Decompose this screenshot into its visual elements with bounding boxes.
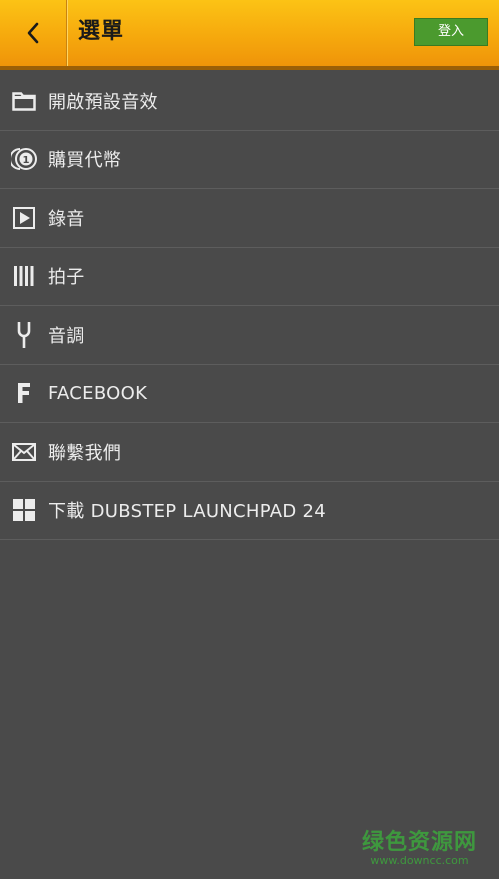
- bars-icon: [14, 266, 34, 287]
- menu-item-label: 下載 DUBSTEP LAUNCHPAD 24: [48, 501, 327, 523]
- watermark-url: www.downcc.com: [370, 854, 469, 867]
- menu-item-tone[interactable]: 音調: [0, 306, 499, 365]
- menu-item-download[interactable]: 下載 DUBSTEP LAUNCHPAD 24: [0, 482, 499, 540]
- chevron-left-icon: [27, 22, 39, 44]
- menu-item-label: 聯繫我們: [48, 442, 122, 464]
- folder-icon: [12, 92, 36, 111]
- top-bar: 選單 登入: [0, 0, 499, 70]
- watermark-title: 绿色资源网: [361, 830, 477, 855]
- back-button[interactable]: [0, 0, 67, 66]
- login-button[interactable]: 登入: [414, 18, 488, 46]
- facebook-icon: [18, 383, 30, 404]
- svg-text:1: 1: [23, 155, 30, 166]
- coin-icon: 1: [11, 148, 37, 171]
- menu-item-open-preset[interactable]: 開啟預設音效: [0, 72, 499, 131]
- menu-item-label: 錄音: [48, 208, 85, 230]
- menu-item-contact[interactable]: 聯繫我們: [0, 423, 499, 482]
- menu-item-label: 音調: [48, 325, 85, 347]
- menu-item-facebook[interactable]: FACEBOOK: [0, 365, 499, 423]
- menu-item-label: 開啟預設音效: [48, 91, 158, 113]
- play-icon: [13, 206, 35, 229]
- page-title: 選單: [78, 19, 125, 44]
- mail-icon: [12, 442, 36, 461]
- windows-icon: [13, 499, 35, 522]
- menu-item-label: 購買代幣: [48, 150, 122, 172]
- menu-list: 開啟預設音效 1 購買代幣 錄音 拍子 音調 FACEBOOK 聯繫我們 下載 …: [0, 72, 499, 540]
- menu-item-label: FACEBOOK: [48, 382, 148, 404]
- tuning-fork-icon: [17, 321, 31, 348]
- menu-item-label: 拍子: [48, 267, 85, 289]
- menu-item-record[interactable]: 錄音: [0, 189, 499, 248]
- menu-item-beats[interactable]: 拍子: [0, 248, 499, 306]
- menu-item-buy-coins[interactable]: 1 購買代幣: [0, 131, 499, 189]
- watermark: 绿色资源网 www.downcc.com: [362, 824, 477, 867]
